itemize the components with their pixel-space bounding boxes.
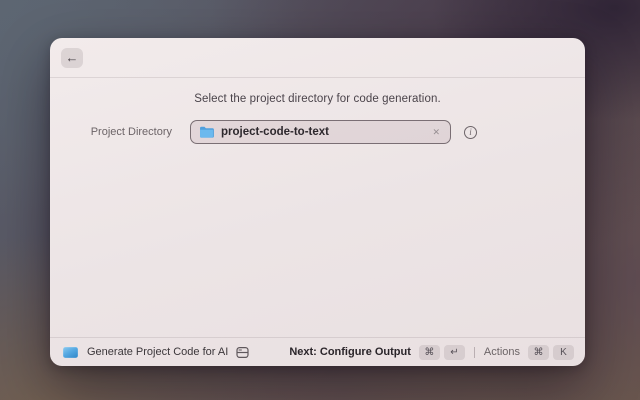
- window-header: ←: [50, 38, 585, 78]
- primary-action-button[interactable]: Next: Configure Output: [289, 346, 411, 358]
- desktop-wallpaper: ← Select the project directory for code …: [0, 0, 640, 400]
- actions-button[interactable]: Actions: [484, 346, 520, 358]
- app-window: ← Select the project directory for code …: [50, 38, 585, 366]
- project-directory-input[interactable]: project-code-to-text ✕: [190, 120, 451, 144]
- project-directory-label: Project Directory: [50, 126, 172, 138]
- footer-bar: Generate Project Code for AI Next: Confi…: [50, 337, 585, 366]
- command-key-icon: ⌘: [528, 345, 549, 360]
- info-icon[interactable]: i: [464, 126, 477, 139]
- k-key-icon: K: [553, 345, 574, 360]
- extension-icon: [63, 347, 78, 358]
- project-directory-value: project-code-to-text: [221, 126, 329, 138]
- return-key-icon: ↵: [444, 345, 465, 360]
- back-button[interactable]: ←: [61, 48, 83, 68]
- panel-icon: [236, 346, 249, 359]
- info-glyph: i: [469, 128, 472, 137]
- footer-divider: [474, 347, 475, 358]
- back-arrow-icon: ←: [66, 50, 79, 65]
- project-directory-row: Project Directory project-code-to-text ✕…: [50, 120, 585, 144]
- command-key-icon: ⌘: [419, 345, 440, 360]
- command-name: Generate Project Code for AI: [87, 346, 228, 358]
- instruction-text: Select the project directory for code ge…: [50, 93, 585, 105]
- main-content: Select the project directory for code ge…: [50, 78, 585, 337]
- folder-icon: [199, 126, 214, 138]
- clear-input-icon[interactable]: ✕: [430, 126, 442, 139]
